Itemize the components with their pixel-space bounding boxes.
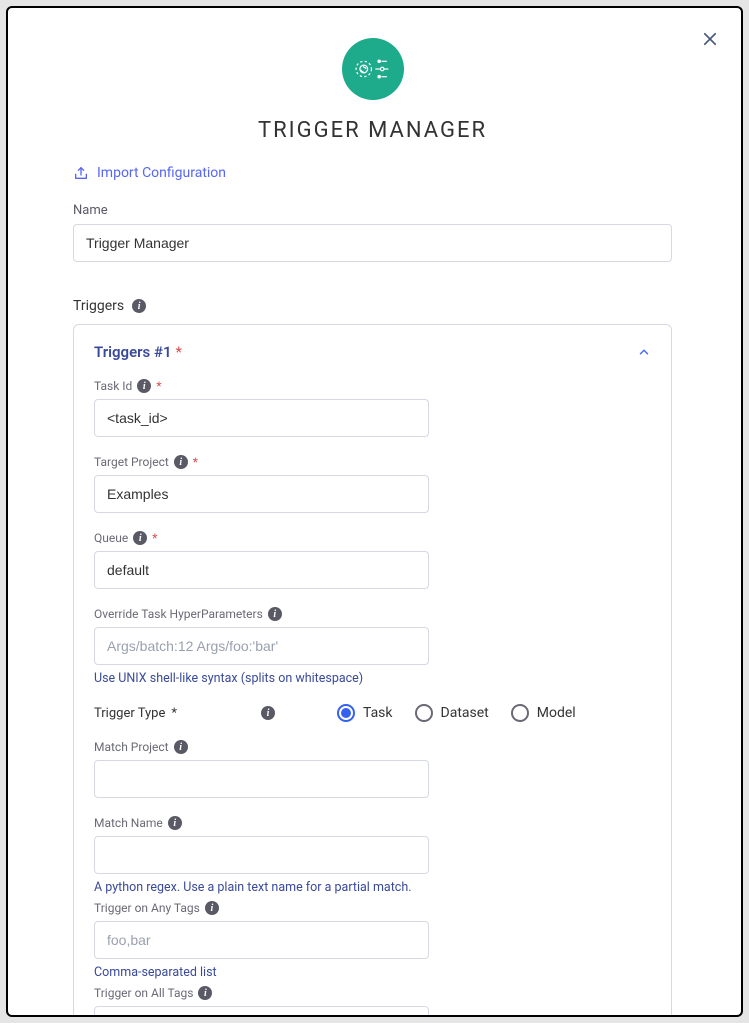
panel-title: Triggers #1* <box>94 343 182 361</box>
required-mark: * <box>176 343 182 361</box>
required-mark: * <box>156 379 161 393</box>
radio-icon <box>511 704 529 722</box>
radio-icon <box>415 704 433 722</box>
task-id-input[interactable] <box>94 399 429 437</box>
field-target-project: Target Project i * <box>94 455 651 513</box>
trigger-panel: Triggers #1* Task Id i * Targe <box>73 324 672 1015</box>
match-project-input[interactable] <box>94 760 429 798</box>
info-icon[interactable]: i <box>133 531 147 545</box>
required-mark: * <box>193 455 198 469</box>
panel-title-text: Triggers #1 <box>94 343 172 361</box>
target-project-label-text: Target Project <box>94 455 169 469</box>
panel-header[interactable]: Triggers #1* <box>94 343 651 361</box>
field-match-name: Match Name i A python regex. Use a plain… <box>94 816 651 895</box>
chevron-up-icon[interactable] <box>637 345 651 359</box>
triggers-heading-text: Triggers <box>73 298 124 314</box>
triggers-heading: Triggers i <box>73 298 672 314</box>
dialog-window: TRIGGER MANAGER Import Configuration Nam… <box>6 6 743 1017</box>
all-tags-label-text: Trigger on All Tags <box>94 986 193 1000</box>
radio-dataset[interactable]: Dataset <box>415 704 489 722</box>
field-match-project: Match Project i <box>94 740 651 798</box>
trigger-type-label: Trigger Type * <box>94 706 177 721</box>
info-icon[interactable]: i <box>198 986 212 1000</box>
all-tags-label: Trigger on All Tags i <box>94 986 651 1000</box>
match-name-input[interactable] <box>94 836 429 874</box>
info-icon[interactable]: i <box>268 607 282 621</box>
name-label: Name <box>73 203 672 218</box>
name-label-text: Name <box>73 203 108 218</box>
info-icon[interactable]: i <box>261 706 275 720</box>
close-button[interactable] <box>701 30 719 48</box>
field-override-hp: Override Task HyperParameters i Use UNIX… <box>94 607 651 686</box>
header: TRIGGER MANAGER <box>8 8 737 143</box>
trigger-type-label-text: Trigger Type <box>94 706 165 721</box>
field-task-id: Task Id i * <box>94 379 651 437</box>
radio-label-dataset: Dataset <box>441 705 489 721</box>
any-tags-helper: Comma-separated list <box>94 965 651 980</box>
trigger-type-row: Trigger Type * i Task Dataset <box>94 704 651 722</box>
queue-input[interactable] <box>94 551 429 589</box>
queue-label-text: Queue <box>94 531 128 545</box>
scroll-area[interactable]: TRIGGER MANAGER Import Configuration Nam… <box>8 8 741 1015</box>
info-icon[interactable]: i <box>168 816 182 830</box>
field-all-tags: Trigger on All Tags i <box>94 986 651 1015</box>
match-project-label: Match Project i <box>94 740 651 754</box>
radio-model[interactable]: Model <box>511 704 576 722</box>
target-project-input[interactable] <box>94 475 429 513</box>
form-content: Import Configuration Name Triggers i Tri… <box>8 143 737 1015</box>
radio-task[interactable]: Task <box>337 704 393 722</box>
info-icon[interactable]: i <box>174 455 188 469</box>
queue-label: Queue i * <box>94 531 651 545</box>
name-input[interactable] <box>73 224 672 262</box>
info-icon[interactable]: i <box>137 379 151 393</box>
match-name-label-text: Match Name <box>94 816 163 830</box>
override-hp-label-text: Override Task HyperParameters <box>94 607 263 621</box>
all-tags-input[interactable] <box>94 1006 429 1015</box>
page-title: TRIGGER MANAGER <box>8 118 737 143</box>
target-project-label: Target Project i * <box>94 455 651 469</box>
field-any-tags: Trigger on Any Tags i Comma-separated li… <box>94 901 651 980</box>
info-icon[interactable]: i <box>132 299 146 313</box>
any-tags-input[interactable] <box>94 921 429 959</box>
import-link-label: Import Configuration <box>97 165 226 181</box>
match-name-helper: A python regex. Use a plain text name fo… <box>94 880 651 895</box>
match-name-label: Match Name i <box>94 816 651 830</box>
import-configuration-link[interactable]: Import Configuration <box>73 165 226 181</box>
task-id-label: Task Id i * <box>94 379 651 393</box>
radio-label-task: Task <box>363 705 393 721</box>
any-tags-label: Trigger on Any Tags i <box>94 901 651 915</box>
radio-icon <box>337 704 355 722</box>
match-project-label-text: Match Project <box>94 740 169 754</box>
task-id-label-text: Task Id <box>94 379 132 393</box>
radio-label-model: Model <box>537 705 576 721</box>
required-mark: * <box>171 706 177 721</box>
override-hp-helper: Use UNIX shell-like syntax (splits on wh… <box>94 671 651 686</box>
override-hp-input[interactable] <box>94 627 429 665</box>
field-queue: Queue i * <box>94 531 651 589</box>
app-logo-icon <box>342 38 404 100</box>
override-hp-label: Override Task HyperParameters i <box>94 607 651 621</box>
required-mark: * <box>152 531 157 545</box>
info-icon[interactable]: i <box>174 740 188 754</box>
info-icon[interactable]: i <box>205 901 219 915</box>
import-icon <box>73 165 89 181</box>
any-tags-label-text: Trigger on Any Tags <box>94 901 200 915</box>
